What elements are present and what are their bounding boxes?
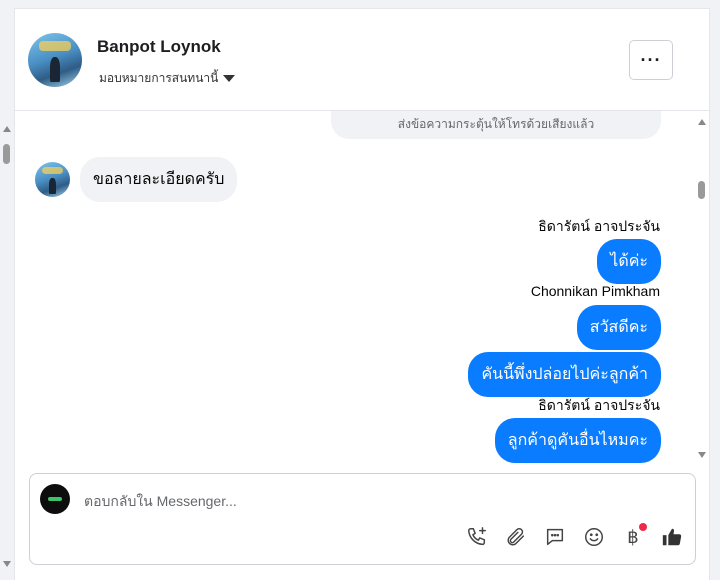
page-scrollbar[interactable] [0,110,14,579]
more-options-button[interactable]: ··· [629,40,673,80]
sender-avatar [35,162,70,197]
emoji-icon[interactable] [583,526,605,548]
composer-toolbar: ฿ [466,523,683,548]
saved-replies-icon[interactable] [544,526,566,548]
incoming-message-row: ขอลายละเอียดครับ [35,157,238,202]
system-message: ส่งข้อความกระตุ้นให้โทรด้วยเสียงแล้ว [331,111,661,139]
assign-conversation-dropdown[interactable]: มอบหมายการสนทนานี้ [99,69,236,88]
chat-scroll-thumb[interactable] [698,181,705,199]
contact-name[interactable]: Banpot Loynok [97,37,221,57]
outgoing-message-bubble: สวัสดีคะ [576,305,661,350]
chat-scroll-up-arrow[interactable] [698,119,706,125]
caret-down-icon [223,75,236,82]
assign-label: มอบหมายการสนทนานี้ [99,71,219,85]
attachment-icon[interactable] [505,526,527,548]
like-icon[interactable] [661,526,683,548]
notification-dot [639,523,647,531]
baht-symbol: ฿ [627,526,639,547]
page-avatar [40,484,70,514]
conversation-panel: Banpot Loynok มอบหมายการสนทนานี้ ··· ส่ง… [14,8,710,580]
payment-icon[interactable]: ฿ [622,523,647,548]
outgoing-message-bubble: คันนี้พึ่งปล่อยไปค่ะลูกค้า [468,352,661,397]
outgoing-message-bubble: ได้ค่ะ [597,239,661,284]
outgoing-message-bubble: ลูกค้าดูคันอื่นไหมคะ [494,418,661,463]
sender-name: Chonnikan Pimkham [530,283,660,299]
incoming-message-bubble: ขอลายละเอียดครับ [80,157,238,202]
contact-avatar[interactable] [28,33,82,87]
scroll-down-arrow[interactable] [3,561,11,567]
scroll-thumb[interactable] [3,144,10,164]
chat-scroll-down-arrow[interactable] [698,452,706,458]
conversation-header: Banpot Loynok มอบหมายการสนทนานี้ ··· [15,9,709,111]
chat-scrollbar[interactable] [695,111,709,466]
sender-name: ธิดารัตน์ อาจประจัน [538,397,660,413]
scroll-up-arrow[interactable] [3,126,11,132]
call-add-icon[interactable] [466,526,488,548]
reply-composer: ฿ [29,473,696,565]
sender-name: ธิดารัตน์ อาจประจัน [538,218,660,234]
reply-input[interactable] [82,488,646,514]
message-list: ส่งข้อความกระตุ้นให้โทรด้วยเสียงแล้ว ขอล… [15,111,709,466]
